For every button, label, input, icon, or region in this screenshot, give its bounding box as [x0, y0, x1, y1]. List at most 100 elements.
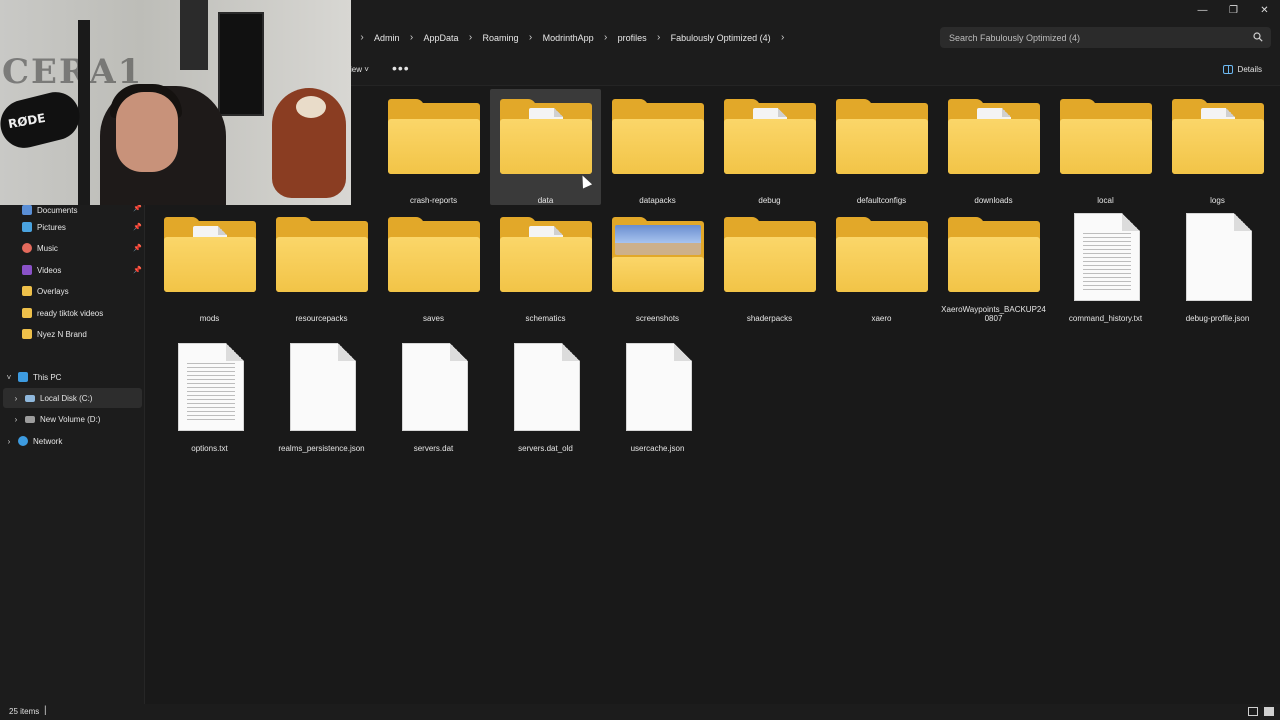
file-usercache[interactable]: usercache.json: [602, 337, 713, 453]
folder-debug[interactable]: debug: [714, 89, 825, 205]
folder-schematics[interactable]: schematics: [490, 207, 601, 323]
details-button[interactable]: Details: [1222, 65, 1262, 74]
item-label: schematics: [525, 314, 566, 323]
item-label: xaero: [871, 314, 892, 323]
chevron-right-icon[interactable]: ›: [11, 394, 21, 403]
maximize-button[interactable]: ❐: [1218, 0, 1249, 20]
mic-arm: [78, 20, 90, 205]
item-label: shaderpacks: [746, 314, 793, 323]
view-button[interactable]: iew ˅: [350, 65, 369, 74]
breadcrumb-appdata[interactable]: AppData: [422, 33, 461, 43]
sidebar-item-label: Music: [37, 243, 58, 253]
breadcrumb-admin[interactable]: Admin: [372, 33, 402, 43]
folder-icon: [387, 217, 480, 306]
file-icon: [1172, 213, 1264, 302]
chevron-right-icon[interactable]: ›: [521, 32, 541, 43]
item-label: saves: [423, 314, 444, 323]
breadcrumb-profiles[interactable]: profiles: [616, 33, 649, 43]
details-view-icon[interactable]: [1248, 707, 1258, 716]
folder-mods[interactable]: mods: [154, 207, 265, 323]
folder-icon: [387, 99, 480, 188]
item-label: realms_persistence.json: [278, 444, 365, 453]
computer-icon: [18, 372, 28, 382]
documents-icon: [22, 205, 32, 215]
item-label: debug: [758, 196, 781, 205]
chevron-right-icon[interactable]: ›: [4, 437, 14, 446]
chevron-right-icon[interactable]: ›: [461, 32, 481, 43]
chevron-right-icon[interactable]: ›: [11, 415, 21, 424]
pin-icon[interactable]: 📌: [133, 266, 142, 274]
chevron-right-icon[interactable]: ›: [402, 32, 422, 43]
chevron-right-icon[interactable]: ›: [773, 32, 793, 43]
search-input[interactable]: Search Fabulously Optimized (4): [940, 27, 1271, 48]
sidebar-item-local-disk-c[interactable]: › Local Disk (C:): [3, 388, 142, 408]
window-controls: — ❐ ✕: [1187, 0, 1280, 20]
item-label: debug-profile.json: [1185, 314, 1250, 323]
item-label: crash-reports: [409, 196, 458, 205]
folder-shaderpacks[interactable]: shaderpacks: [714, 207, 825, 323]
folder-saves[interactable]: saves: [378, 207, 489, 323]
folder-downloads[interactable]: downloads: [938, 89, 1049, 205]
network-icon: [18, 436, 28, 446]
folder-xaerowaypoints-backup[interactable]: XaeroWaypoints_BACKUP240807: [938, 207, 1049, 323]
sidebar-item-this-pc[interactable]: ˅ This PC: [4, 367, 142, 387]
folder-crash-reports[interactable]: crash-reports: [378, 89, 489, 205]
breadcrumb-modrinthapp[interactable]: ModrinthApp: [541, 33, 596, 43]
file-icon: [276, 343, 368, 432]
teddy-bear-face: [296, 96, 326, 118]
sidebar-item-music[interactable]: Music: [22, 238, 58, 258]
sidebar-item-ready-tiktok-videos[interactable]: ready tiktok videos: [22, 303, 103, 323]
chevron-down-icon[interactable]: ˅: [4, 373, 14, 382]
sidebar-item-label: New Volume (D:): [40, 414, 101, 424]
details-label: Details: [1237, 65, 1262, 74]
pin-icon[interactable]: 📌: [133, 204, 142, 212]
poster: [218, 12, 264, 116]
file-realms-persistence[interactable]: realms_persistence.json: [266, 337, 377, 453]
pin-icon[interactable]: 📌: [133, 244, 142, 252]
folder-icon: [611, 99, 704, 188]
large-icons-view-icon[interactable]: [1264, 707, 1274, 716]
folder-xaero[interactable]: xaero: [826, 207, 937, 323]
sidebar-item-network[interactable]: › Network: [4, 431, 62, 451]
chevron-right-icon[interactable]: ›: [596, 32, 616, 43]
folder-resourcepacks[interactable]: resourcepacks: [266, 207, 377, 323]
folder-local[interactable]: local: [1050, 89, 1161, 205]
file-command-history[interactable]: command_history.txt: [1050, 207, 1161, 323]
more-options-button[interactable]: •••: [392, 60, 410, 76]
chevron-right-icon[interactable]: ›: [352, 32, 372, 43]
sidebar-item-pictures[interactable]: Pictures: [22, 217, 66, 237]
sidebar-item-videos[interactable]: Videos: [22, 260, 61, 280]
item-label: servers.dat_old: [518, 444, 573, 453]
item-label: datapacks: [639, 196, 676, 205]
close-button[interactable]: ✕: [1249, 0, 1280, 20]
folder-screenshots[interactable]: screenshots: [602, 207, 713, 323]
breadcrumb-roaming[interactable]: Roaming: [481, 33, 521, 43]
item-label: usercache.json: [630, 444, 685, 453]
folder-defaultconfigs[interactable]: defaultconfigs: [826, 89, 937, 205]
sidebar-item-overlays[interactable]: Overlays: [22, 281, 69, 301]
folder-icon: [22, 329, 32, 339]
pin-icon[interactable]: 📌: [133, 223, 142, 231]
search-icon[interactable]: [1253, 32, 1263, 42]
folder-with-document-icon: [163, 217, 256, 306]
breadcrumb-current-folder[interactable]: Fabulously Optimized (4): [669, 33, 773, 43]
minimize-button[interactable]: —: [1187, 0, 1218, 20]
sidebar-item-new-volume-d[interactable]: › New Volume (D:): [11, 409, 101, 429]
drive-icon: [25, 415, 35, 423]
chevron-right-icon[interactable]: ›: [649, 32, 669, 43]
folder-logs[interactable]: logs: [1162, 89, 1273, 205]
item-label: servers.dat: [413, 444, 454, 453]
folder-icon: [947, 217, 1040, 297]
file-servers-dat[interactable]: servers.dat: [378, 337, 489, 453]
status-bar: 25 items |: [0, 704, 1280, 720]
sidebar-item-nyez-n-brand[interactable]: Nyez N Brand: [22, 324, 87, 344]
file-servers-dat-old[interactable]: servers.dat_old: [490, 337, 601, 453]
item-label: mods: [199, 314, 220, 323]
file-debug-profile[interactable]: debug-profile.json: [1162, 207, 1273, 323]
folder-datapacks[interactable]: datapacks: [602, 89, 713, 205]
file-options[interactable]: options.txt: [154, 337, 265, 453]
sidebar-item-label: Overlays: [37, 286, 69, 296]
item-label: XaeroWaypoints_BACKUP240807: [941, 305, 1046, 323]
item-label: command_history.txt: [1068, 314, 1143, 323]
wall-text: CERA1: [2, 52, 144, 92]
